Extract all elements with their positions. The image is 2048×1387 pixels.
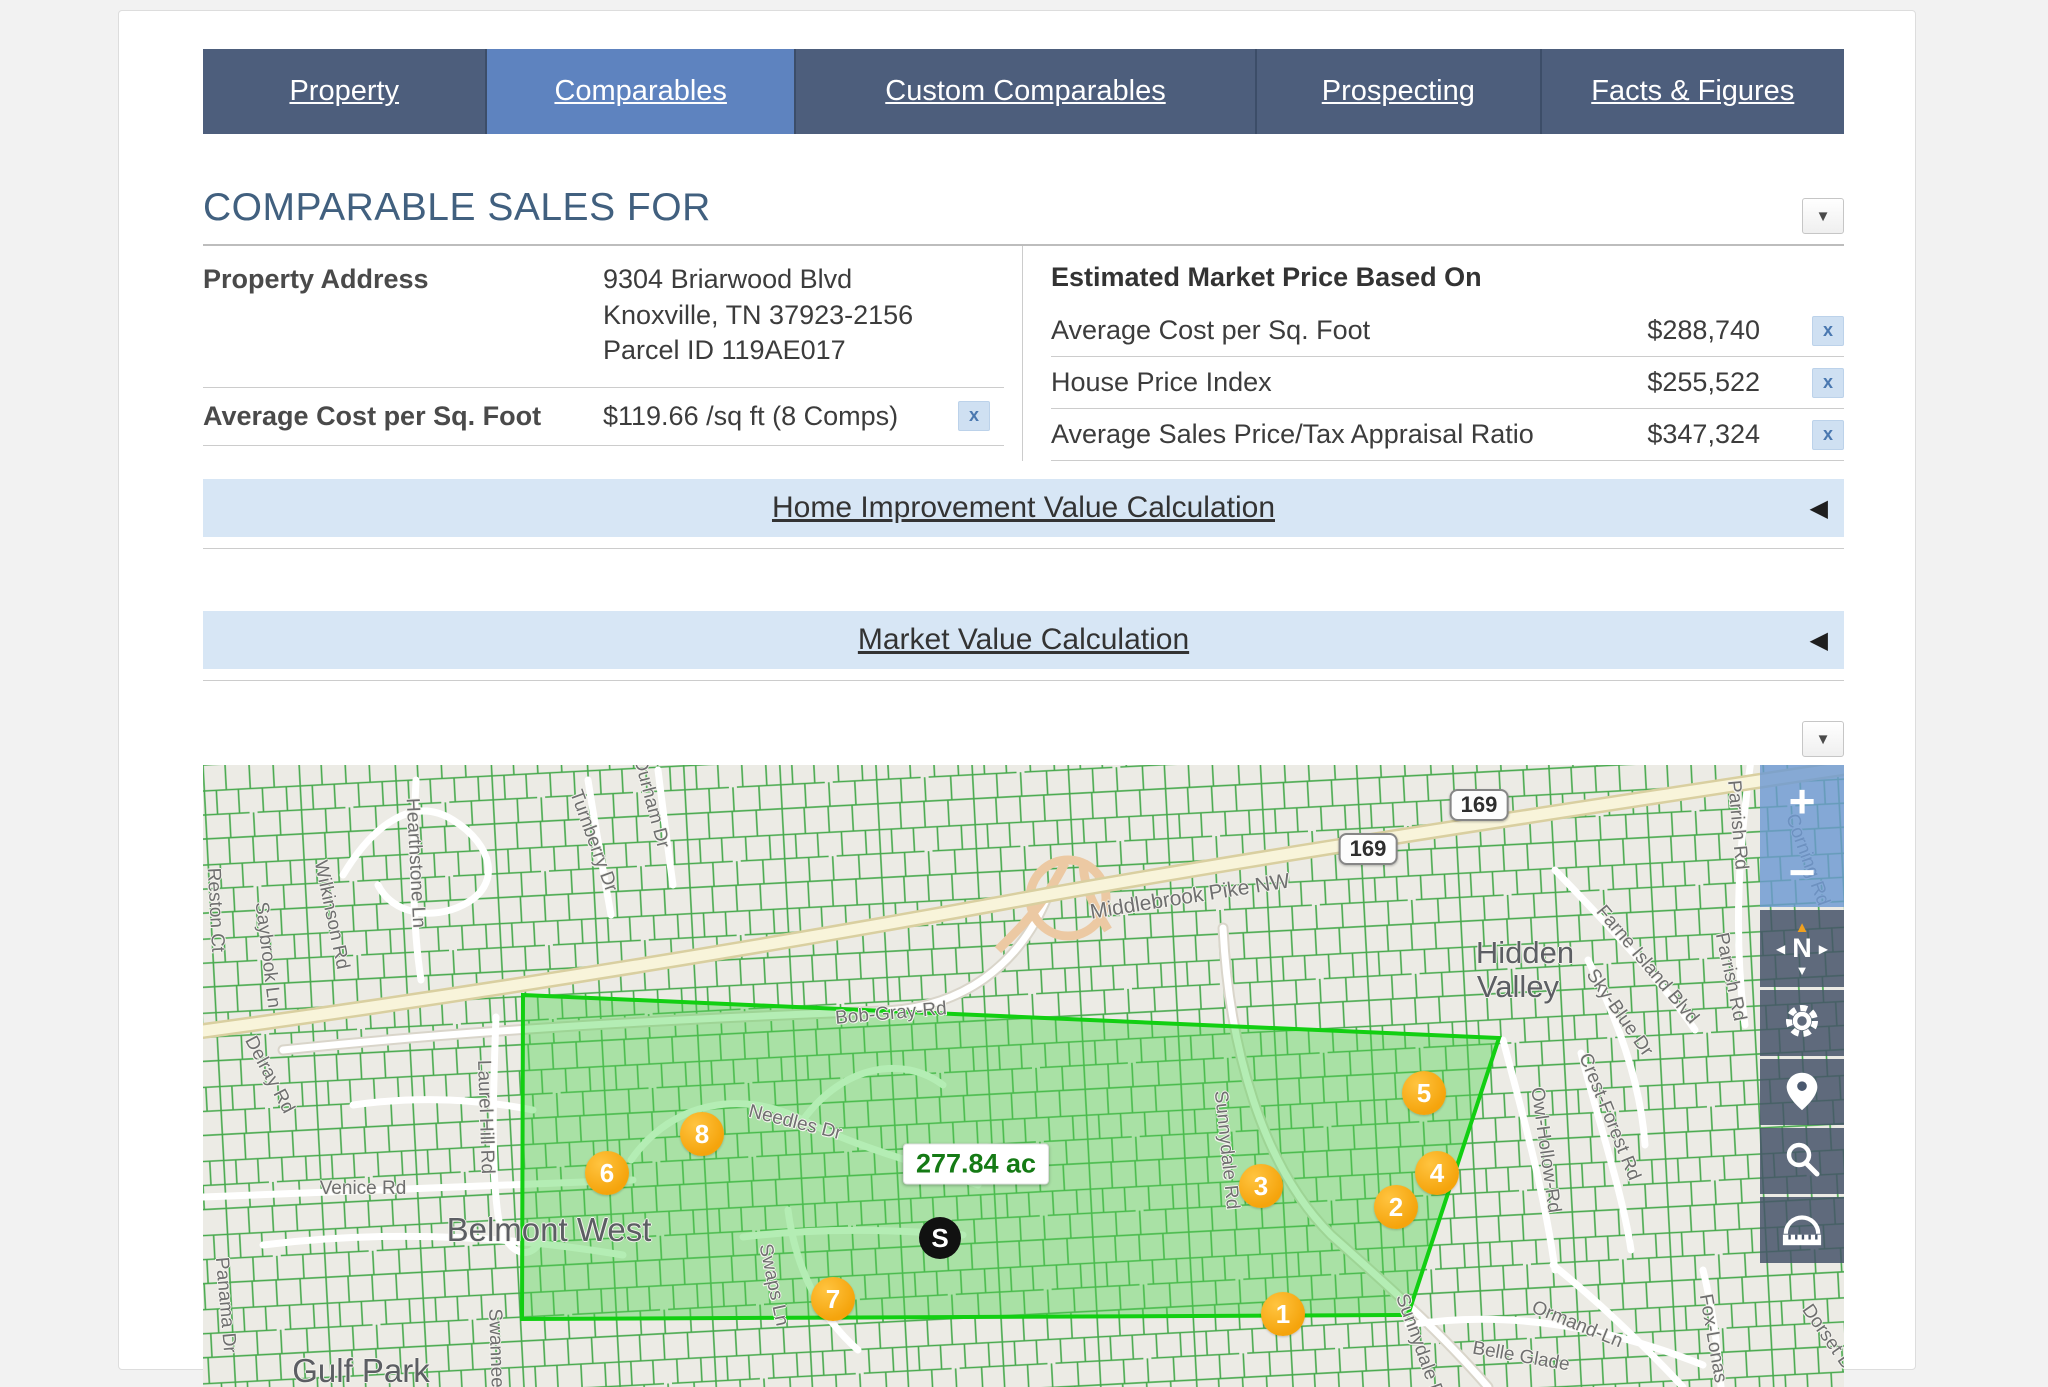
comp-marker-4[interactable]: 4 xyxy=(1415,1151,1459,1195)
address-line-2: Knoxville, TN 37923-2156 xyxy=(603,298,913,334)
remove-estimate-button[interactable]: x xyxy=(1812,316,1844,346)
page-card: Property Comparables Custom Comparables … xyxy=(118,10,1916,1370)
zoom-panel: + − xyxy=(1760,765,1844,907)
page-title: COMPARABLE SALES FOR xyxy=(203,186,1844,230)
section-label: Market Value Calculation xyxy=(858,623,1189,657)
section-label: Home Improvement Value Calculation xyxy=(772,491,1275,525)
address-line-3: Parcel ID 119AE017 xyxy=(603,333,913,369)
zoom-in-button[interactable]: + xyxy=(1789,778,1816,824)
property-address-label: Property Address xyxy=(203,262,603,369)
comp-marker-6[interactable]: 6 xyxy=(585,1151,629,1195)
road-label: Reston Ct xyxy=(203,867,228,953)
comp-marker-7[interactable]: 7 xyxy=(811,1277,855,1321)
comp-marker-3[interactable]: 3 xyxy=(1239,1164,1283,1208)
place-label: Gulf Park xyxy=(292,1352,430,1387)
estimate-row: Average Cost per Sq. Foot $288,740 x xyxy=(1051,305,1844,357)
remove-estimate-button[interactable]: x xyxy=(1812,368,1844,398)
map-controls: + − ▲ ◀ N ▶ ▼ xyxy=(1760,765,1844,1263)
place-label: Valley xyxy=(1477,969,1559,1005)
remove-avg-cost-button[interactable]: x xyxy=(958,401,990,431)
place-label: Hidden xyxy=(1476,935,1574,971)
compass-right-icon[interactable]: ▶ xyxy=(1819,943,1828,955)
property-summary: Property Address 9304 Briarwood Blvd Kno… xyxy=(203,246,1844,461)
map-location-button[interactable] xyxy=(1760,1059,1844,1125)
compass-down-icon[interactable]: ▼ xyxy=(1796,964,1809,977)
subject-marker[interactable]: S xyxy=(919,1217,961,1259)
estimate-value: $347,324 xyxy=(1647,419,1760,450)
ruler-icon xyxy=(1778,1207,1826,1254)
chevron-left-icon: ◀ xyxy=(1810,494,1828,523)
estimate-label: Average Cost per Sq. Foot xyxy=(1051,315,1370,346)
polygon-area-label: 277.84 ac xyxy=(903,1144,1049,1185)
avg-cost-row: Average Cost per Sq. Foot $119.66 /sq ft… xyxy=(203,388,1004,446)
avg-cost-value: $119.66 /sq ft (8 Comps) xyxy=(603,401,898,432)
search-icon xyxy=(1780,1137,1824,1186)
tab-comparables[interactable]: Comparables xyxy=(487,49,793,134)
location-pin-icon xyxy=(1780,1067,1824,1118)
chevron-left-icon: ◀ xyxy=(1810,626,1828,655)
estimate-label: House Price Index xyxy=(1051,367,1272,398)
road-label: Swannee Rd xyxy=(483,1308,509,1387)
place-label: Belmont West xyxy=(447,1211,652,1249)
comp-marker-5[interactable]: 5 xyxy=(1402,1071,1446,1115)
tab-property[interactable]: Property xyxy=(203,49,485,134)
comp-marker-1[interactable]: 1 xyxy=(1261,1292,1305,1336)
road-label: Venice Rd xyxy=(320,1178,407,1200)
divider xyxy=(203,680,1844,681)
estimate-row: Average Sales Price/Tax Appraisal Ratio … xyxy=(1051,409,1844,461)
market-value-section-bar[interactable]: Market Value Calculation ◀ xyxy=(203,611,1844,669)
gear-icon xyxy=(1779,998,1825,1049)
compass-north-label: N xyxy=(1792,935,1812,962)
estimate-row: House Price Index $255,522 x xyxy=(1051,357,1844,409)
address-line-1: 9304 Briarwood Blvd xyxy=(603,262,913,298)
estimate-label: Average Sales Price/Tax Appraisal Ratio xyxy=(1051,419,1534,450)
estimate-value: $255,522 xyxy=(1647,367,1760,398)
compass-control[interactable]: ▲ ◀ N ▶ ▼ xyxy=(1760,910,1844,987)
map-search-button[interactable] xyxy=(1760,1128,1844,1194)
comparables-map[interactable]: Middlebrook Pike NWBob-Gray-RdNeedles Dr… xyxy=(203,765,1844,1387)
map-measure-button[interactable] xyxy=(1760,1197,1844,1263)
comp-marker-8[interactable]: 8 xyxy=(680,1112,724,1156)
property-address-value: 9304 Briarwood Blvd Knoxville, TN 37923-… xyxy=(603,262,913,369)
remove-estimate-button[interactable]: x xyxy=(1812,420,1844,450)
home-improvement-section-bar[interactable]: Home Improvement Value Calculation ◀ xyxy=(203,479,1844,537)
chevron-down-icon: ▼ xyxy=(1816,208,1831,225)
tab-prospecting[interactable]: Prospecting xyxy=(1257,49,1539,134)
tab-custom-comparables[interactable]: Custom Comparables xyxy=(796,49,1255,134)
property-address-row: Property Address 9304 Briarwood Blvd Kno… xyxy=(203,246,1004,388)
tab-bar: Property Comparables Custom Comparables … xyxy=(203,49,1844,134)
avg-cost-label: Average Cost per Sq. Foot xyxy=(203,401,603,432)
section-collapse-button[interactable]: ▼ xyxy=(1802,198,1844,234)
tab-facts-figures[interactable]: Facts & Figures xyxy=(1542,49,1844,134)
compass-left-icon[interactable]: ◀ xyxy=(1776,943,1785,955)
road-label: Laurel Hill Rd xyxy=(472,1060,498,1175)
estimate-value: $288,740 xyxy=(1647,315,1760,346)
map-collapse-button[interactable]: ▼ xyxy=(1802,721,1844,757)
chevron-down-icon: ▼ xyxy=(1816,731,1831,748)
map-settings-button[interactable] xyxy=(1760,990,1844,1056)
zoom-out-button[interactable]: − xyxy=(1789,849,1816,895)
highway-shield: 169 xyxy=(1450,789,1509,821)
estimates-header: Estimated Market Price Based On xyxy=(1051,246,1844,305)
highway-shield: 169 xyxy=(1339,833,1398,865)
comp-marker-2[interactable]: 2 xyxy=(1374,1185,1418,1229)
